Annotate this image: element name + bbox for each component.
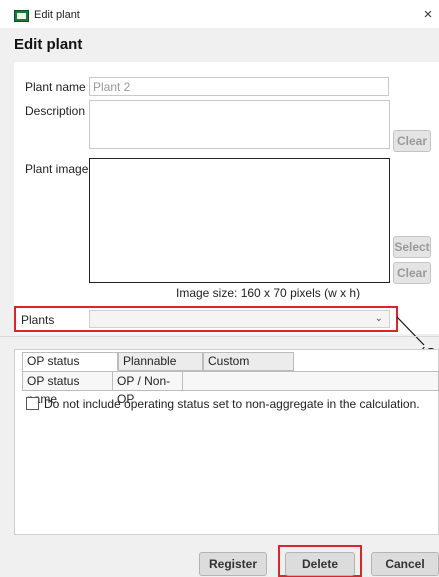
plant-name-value: Plant 2	[93, 80, 131, 94]
close-icon[interactable]: ×	[417, 4, 439, 26]
plant-image-box[interactable]	[89, 158, 390, 283]
callout-pointer	[396, 316, 425, 346]
plant-name-input[interactable]: Plant 2	[89, 77, 389, 96]
exclude-non-aggregate-checkbox[interactable]	[26, 397, 39, 410]
chevron-down-icon: ⌄	[374, 313, 383, 324]
image-select-button[interactable]: Select	[393, 236, 431, 258]
exclude-non-aggregate-label: Do not include operating status set to n…	[44, 397, 420, 411]
section-divider	[0, 336, 439, 337]
delete-button[interactable]: Delete	[285, 552, 355, 576]
column-op-non-op[interactable]: OP / Non-OP	[113, 372, 183, 406]
app-icon	[14, 10, 29, 22]
page-title: Edit plant	[14, 36, 83, 53]
column-op-status-name[interactable]: OP status name	[23, 372, 113, 406]
plant-image-label: Plant image	[25, 162, 89, 176]
description-input[interactable]	[89, 100, 390, 149]
plants-label: Plants	[21, 313, 55, 327]
description-label: Description	[25, 104, 86, 118]
table-header: OP status name OP / Non-OP	[22, 371, 439, 406]
window-title: Edit plant	[34, 9, 80, 21]
register-button[interactable]: Register	[199, 552, 267, 576]
image-clear-button[interactable]: Clear	[393, 262, 431, 284]
tab-plannable-time[interactable]: Plannable time	[118, 352, 203, 385]
tab-op-status-setting[interactable]: OP status setting	[22, 352, 118, 385]
plants-dropdown[interactable]: ⌄	[89, 310, 390, 328]
description-clear-button[interactable]: Clear	[393, 130, 431, 152]
image-size-hint: Image size: 160 x 70 pixels (w x h)	[176, 286, 361, 300]
cancel-button[interactable]: Cancel	[371, 552, 439, 576]
plant-name-label: Plant name	[25, 80, 86, 94]
tab-custom-settings[interactable]: Custom settings	[203, 352, 294, 385]
